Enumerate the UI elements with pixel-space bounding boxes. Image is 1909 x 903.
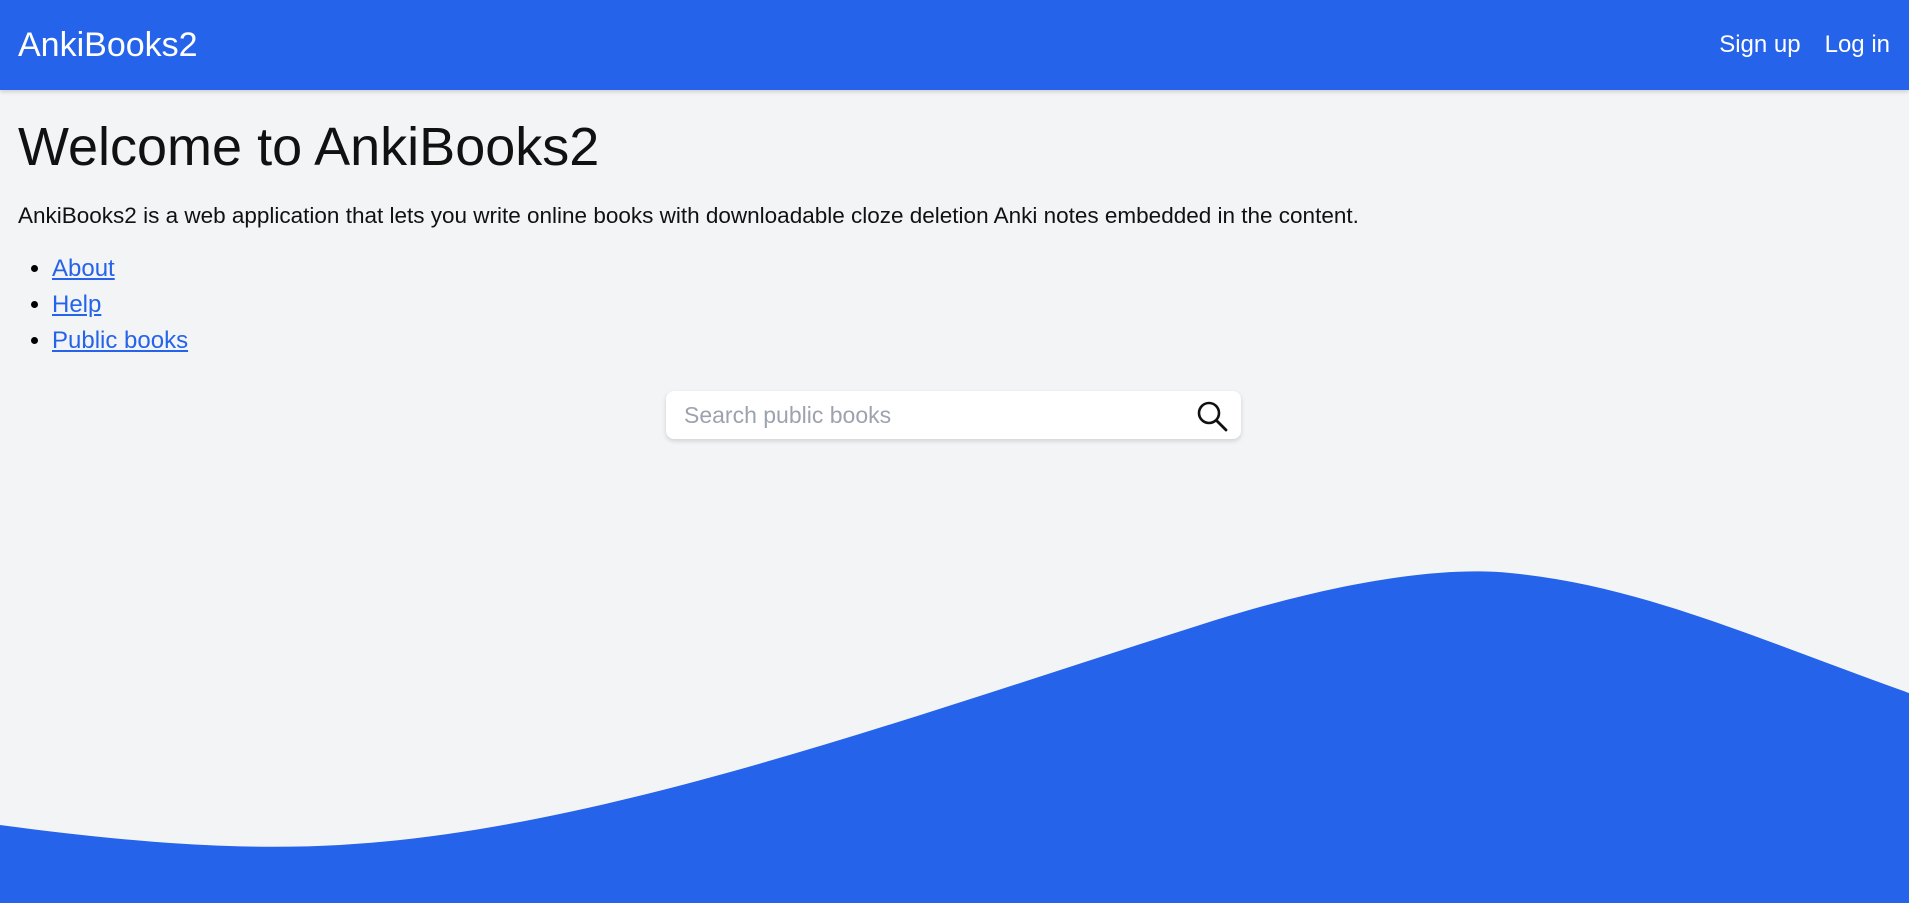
search-icon bbox=[1197, 401, 1228, 432]
search-button[interactable] bbox=[1195, 399, 1229, 433]
list-item: Public books bbox=[52, 323, 1891, 359]
help-link[interactable]: Help bbox=[52, 291, 101, 318]
search-box bbox=[666, 391, 1241, 439]
list-item: Help bbox=[52, 287, 1891, 323]
list-item: About bbox=[52, 251, 1891, 287]
main-content: Welcome to AnkiBooks2 AnkiBooks2 is a we… bbox=[18, 90, 1891, 359]
intro-text: AnkiBooks2 is a web application that let… bbox=[18, 203, 1359, 229]
brand-logo-link[interactable]: AnkiBooks2 bbox=[18, 0, 198, 90]
info-links-list: About Help Public books bbox=[18, 251, 1891, 359]
auth-nav: Sign up Log in bbox=[1719, 0, 1890, 90]
log-in-link[interactable]: Log in bbox=[1825, 31, 1890, 59]
page-title: Welcome to AnkiBooks2 bbox=[18, 117, 600, 177]
top-navbar: AnkiBooks2 Sign up Log in bbox=[0, 0, 1909, 90]
public-books-link[interactable]: Public books bbox=[52, 327, 188, 354]
search-input[interactable] bbox=[684, 391, 1174, 439]
sign-up-link[interactable]: Sign up bbox=[1719, 31, 1800, 59]
about-link[interactable]: About bbox=[52, 255, 115, 282]
